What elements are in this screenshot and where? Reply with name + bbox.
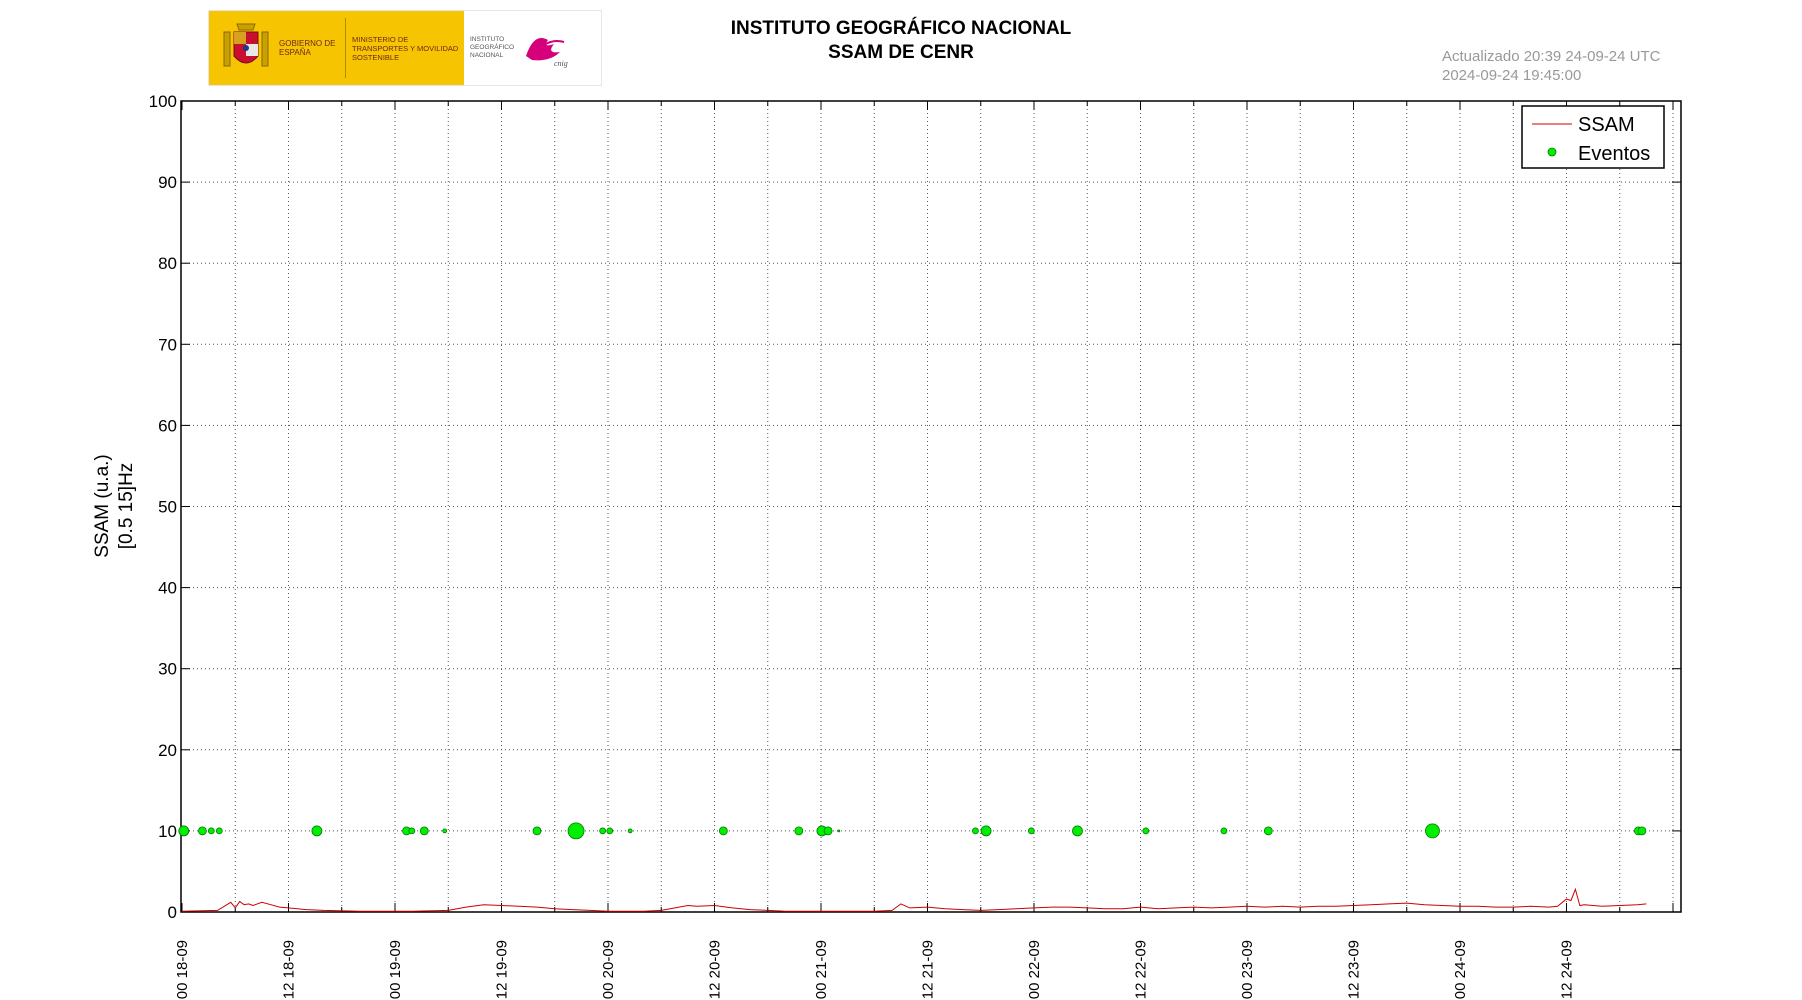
event-point <box>207 827 215 835</box>
legend-ssam-label: SSAM <box>1578 114 1635 136</box>
event-point <box>823 826 833 836</box>
x-tick-label: 12 23-09 <box>1346 940 1363 999</box>
event-point <box>718 826 728 836</box>
x-tick-label: 00 20-09 <box>600 940 617 999</box>
legend-events-swatch <box>1547 147 1557 157</box>
event-point <box>198 826 207 836</box>
event-point <box>627 828 633 834</box>
event-point <box>1220 827 1228 835</box>
x-tick-label: 00 19-09 <box>387 940 404 999</box>
y-tick-label: 0 <box>168 903 177 922</box>
event-point <box>567 822 585 840</box>
event-point <box>1263 826 1273 836</box>
y-tick-label: 50 <box>158 498 177 517</box>
event-point <box>311 825 323 837</box>
event-point <box>1072 825 1083 837</box>
x-tick-label: 00 22-09 <box>1026 940 1043 999</box>
event-point <box>1425 823 1440 839</box>
event-point <box>178 825 190 837</box>
event-point <box>1637 826 1647 836</box>
event-point <box>419 826 429 836</box>
event-point <box>442 828 448 834</box>
y-tick-label: 70 <box>158 335 177 354</box>
event-point <box>972 827 979 835</box>
x-tick-label: 00 24-09 <box>1452 940 1469 999</box>
y-tick-label: 80 <box>158 254 177 273</box>
y-tick-label: 20 <box>158 741 177 760</box>
y-axis-label: SSAM (u.a.) <box>92 454 113 557</box>
x-tick-label: 00 21-09 <box>813 940 830 999</box>
legend-events-label: Eventos <box>1578 143 1650 165</box>
y-tick-label: 100 <box>149 92 177 111</box>
event-point <box>837 829 841 833</box>
x-tick-label: 00 18-09 <box>174 940 191 999</box>
y-tick-label: 40 <box>158 579 177 598</box>
event-point <box>606 827 614 835</box>
x-tick-label: 12 22-09 <box>1133 940 1150 999</box>
event-point <box>1027 827 1035 835</box>
y-tick-label: 10 <box>158 822 177 841</box>
y-tick-label: 90 <box>158 173 177 192</box>
x-tick-label: 00 23-09 <box>1239 940 1256 999</box>
ssam-line <box>181 887 1647 912</box>
x-tick-label: 12 24-09 <box>1559 940 1576 999</box>
event-point <box>408 827 416 835</box>
x-tick-label: 12 20-09 <box>707 940 724 999</box>
y-tick-label: 30 <box>158 660 177 679</box>
x-tick-label: 12 18-09 <box>281 940 298 999</box>
ssam-chart: 0 10 20 30 40 50 60 70 80 90 100 00 18-09 12 18-09 00… <box>92 92 1682 999</box>
y-axis-label: [0.5 15]Hz <box>116 463 137 550</box>
event-point <box>215 827 223 835</box>
event-point <box>980 825 992 837</box>
event-point <box>1142 827 1150 835</box>
event-point <box>794 826 804 836</box>
event-point <box>532 826 542 836</box>
event-point <box>599 827 607 835</box>
y-tick-label: 60 <box>158 416 177 435</box>
x-tick-label: 12 19-09 <box>494 940 511 999</box>
x-tick-label: 12 21-09 <box>920 940 937 999</box>
